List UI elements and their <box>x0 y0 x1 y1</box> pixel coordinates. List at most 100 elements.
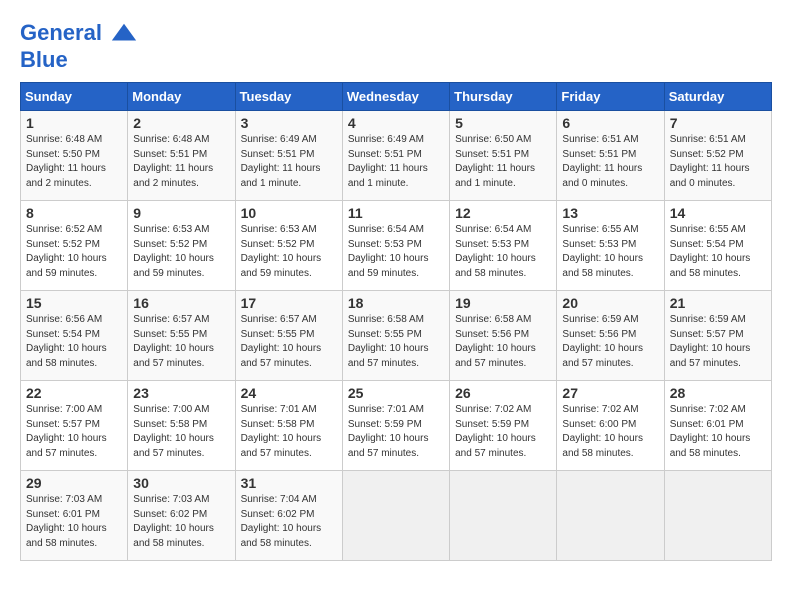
day-info: Sunrise: 6:56 AMSunset: 5:54 PMDaylight:… <box>26 313 122 371</box>
calendar-cell: 24Sunrise: 7:01 AMSunset: 5:58 PMDayligh… <box>235 381 342 471</box>
calendar-cell: 4 Sunrise: 6:49 AMSunset: 5:51 PMDaylight… <box>342 111 449 201</box>
day-number: 18 <box>348 295 444 311</box>
day-number: 23 <box>133 385 229 401</box>
calendar-week-row: 15 Sunrise: 6:56 AMSunset: 5:54 PMDayligh… <box>21 291 772 381</box>
day-info: Sunrise: 6:51 AMSunset: 5:52 PMDaylight:… <box>670 133 766 191</box>
day-number: 15 <box>26 295 122 311</box>
calendar-cell: 26 Sunrise: 7:02 AMSunset: 5:59 PMDayligh… <box>450 381 557 471</box>
day-number: 6 <box>562 115 658 131</box>
day-info: Sunrise: 7:02 AMSunset: 6:01 PMDaylight:… <box>670 403 766 461</box>
calendar-cell: 7 Sunrise: 6:51 AMSunset: 5:52 PMDaylight… <box>664 111 771 201</box>
day-number: 14 <box>670 205 766 221</box>
day-number: 20 <box>562 295 658 311</box>
day-number: 30 <box>133 475 229 491</box>
day-number: 4 <box>348 115 444 131</box>
day-info: Sunrise: 7:02 AMSunset: 6:00 PMDaylight:… <box>562 403 658 461</box>
calendar-cell: 30 Sunrise: 7:03 AMSunset: 6:02 PMDayligh… <box>128 471 235 561</box>
day-number: 17 <box>241 295 337 311</box>
calendar-cell <box>342 471 449 561</box>
logo-text: General <box>20 20 138 48</box>
calendar-cell: 18 Sunrise: 6:58 AMSunset: 5:55 PMDayligh… <box>342 291 449 381</box>
calendar-cell: 25Sunrise: 7:01 AMSunset: 5:59 PMDayligh… <box>342 381 449 471</box>
day-number: 9 <box>133 205 229 221</box>
calendar-cell: 13Sunrise: 6:55 AMSunset: 5:53 PMDayligh… <box>557 201 664 291</box>
day-info: Sunrise: 7:00 AMSunset: 5:57 PMDaylight:… <box>26 403 122 461</box>
day-number: 11 <box>348 205 444 221</box>
day-of-week-header: Tuesday <box>235 83 342 111</box>
day-info: Sunrise: 6:50 AMSunset: 5:51 PMDaylight:… <box>455 133 551 191</box>
day-number: 8 <box>26 205 122 221</box>
calendar-cell: 23 Sunrise: 7:00 AMSunset: 5:58 PMDayligh… <box>128 381 235 471</box>
day-number: 2 <box>133 115 229 131</box>
calendar-table: SundayMondayTuesdayWednesdayThursdayFrid… <box>20 82 772 561</box>
calendar-week-row: 1Sunrise: 6:48 AMSunset: 5:50 PMDaylight… <box>21 111 772 201</box>
day-number: 31 <box>241 475 337 491</box>
day-of-week-header: Thursday <box>450 83 557 111</box>
day-number: 7 <box>670 115 766 131</box>
day-info: Sunrise: 6:53 AMSunset: 5:52 PMDaylight:… <box>241 223 337 281</box>
day-info: Sunrise: 7:00 AMSunset: 5:58 PMDaylight:… <box>133 403 229 461</box>
day-of-week-header: Friday <box>557 83 664 111</box>
calendar-cell: 8 Sunrise: 6:52 AMSunset: 5:52 PMDaylight… <box>21 201 128 291</box>
day-info: Sunrise: 7:02 AMSunset: 5:59 PMDaylight:… <box>455 403 551 461</box>
calendar-body: 1Sunrise: 6:48 AMSunset: 5:50 PMDaylight… <box>21 111 772 561</box>
calendar-cell: 28 Sunrise: 7:02 AMSunset: 6:01 PMDayligh… <box>664 381 771 471</box>
day-number: 5 <box>455 115 551 131</box>
calendar-cell: 22 Sunrise: 7:00 AMSunset: 5:57 PMDayligh… <box>21 381 128 471</box>
day-info: Sunrise: 6:52 AMSunset: 5:52 PMDaylight:… <box>26 223 122 281</box>
calendar-cell: 21 Sunrise: 6:59 AMSunset: 5:57 PMDayligh… <box>664 291 771 381</box>
calendar-week-row: 29 Sunrise: 7:03 AMSunset: 6:01 PMDayligh… <box>21 471 772 561</box>
day-number: 3 <box>241 115 337 131</box>
day-info: Sunrise: 6:51 AMSunset: 5:51 PMDaylight:… <box>562 133 658 191</box>
day-of-week-header: Sunday <box>21 83 128 111</box>
day-info: Sunrise: 6:49 AMSunset: 5:51 PMDaylight:… <box>241 133 337 191</box>
day-number: 12 <box>455 205 551 221</box>
day-of-week-header: Monday <box>128 83 235 111</box>
calendar-header-row: SundayMondayTuesdayWednesdayThursdayFrid… <box>21 83 772 111</box>
calendar-cell: 14Sunrise: 6:55 AMSunset: 5:54 PMDayligh… <box>664 201 771 291</box>
calendar-cell: 27 Sunrise: 7:02 AMSunset: 6:00 PMDayligh… <box>557 381 664 471</box>
calendar-cell: 15 Sunrise: 6:56 AMSunset: 5:54 PMDayligh… <box>21 291 128 381</box>
day-info: Sunrise: 6:49 AMSunset: 5:51 PMDaylight:… <box>348 133 444 191</box>
day-info: Sunrise: 6:48 AMSunset: 5:51 PMDaylight:… <box>133 133 229 191</box>
day-info: Sunrise: 6:58 AMSunset: 5:55 PMDaylight:… <box>348 313 444 371</box>
day-info: Sunrise: 6:54 AMSunset: 5:53 PMDaylight:… <box>348 223 444 281</box>
calendar-cell <box>557 471 664 561</box>
day-number: 16 <box>133 295 229 311</box>
day-info: Sunrise: 6:57 AMSunset: 5:55 PMDaylight:… <box>241 313 337 371</box>
calendar-cell: 19Sunrise: 6:58 AMSunset: 5:56 PMDayligh… <box>450 291 557 381</box>
calendar-cell: 9 Sunrise: 6:53 AMSunset: 5:52 PMDaylight… <box>128 201 235 291</box>
day-info: Sunrise: 6:53 AMSunset: 5:52 PMDaylight:… <box>133 223 229 281</box>
day-number: 28 <box>670 385 766 401</box>
day-of-week-header: Saturday <box>664 83 771 111</box>
day-number: 29 <box>26 475 122 491</box>
day-number: 21 <box>670 295 766 311</box>
day-number: 1 <box>26 115 122 131</box>
day-number: 24 <box>241 385 337 401</box>
day-of-week-header: Wednesday <box>342 83 449 111</box>
day-info: Sunrise: 6:59 AMSunset: 5:56 PMDaylight:… <box>562 313 658 371</box>
calendar-cell: 6 Sunrise: 6:51 AMSunset: 5:51 PMDaylight… <box>557 111 664 201</box>
calendar-week-row: 22 Sunrise: 7:00 AMSunset: 5:57 PMDayligh… <box>21 381 772 471</box>
calendar-cell: 10 Sunrise: 6:53 AMSunset: 5:52 PMDayligh… <box>235 201 342 291</box>
day-number: 27 <box>562 385 658 401</box>
calendar-cell: 11 Sunrise: 6:54 AMSunset: 5:53 PMDayligh… <box>342 201 449 291</box>
day-number: 22 <box>26 385 122 401</box>
day-number: 25 <box>348 385 444 401</box>
calendar-cell: 29 Sunrise: 7:03 AMSunset: 6:01 PMDayligh… <box>21 471 128 561</box>
day-info: Sunrise: 6:59 AMSunset: 5:57 PMDaylight:… <box>670 313 766 371</box>
day-info: Sunrise: 7:03 AMSunset: 6:01 PMDaylight:… <box>26 493 122 551</box>
day-number: 26 <box>455 385 551 401</box>
calendar-cell: 2 Sunrise: 6:48 AMSunset: 5:51 PMDaylight… <box>128 111 235 201</box>
day-info: Sunrise: 7:03 AMSunset: 6:02 PMDaylight:… <box>133 493 229 551</box>
calendar-week-row: 8 Sunrise: 6:52 AMSunset: 5:52 PMDaylight… <box>21 201 772 291</box>
calendar-cell: 31 Sunrise: 7:04 AMSunset: 6:02 PMDayligh… <box>235 471 342 561</box>
day-info: Sunrise: 7:04 AMSunset: 6:02 PMDaylight:… <box>241 493 337 551</box>
day-number: 13 <box>562 205 658 221</box>
calendar-cell: 1Sunrise: 6:48 AMSunset: 5:50 PMDaylight… <box>21 111 128 201</box>
day-number: 10 <box>241 205 337 221</box>
calendar-cell: 5 Sunrise: 6:50 AMSunset: 5:51 PMDaylight… <box>450 111 557 201</box>
logo-text-blue: Blue <box>20 48 138 72</box>
day-info: Sunrise: 6:54 AMSunset: 5:53 PMDaylight:… <box>455 223 551 281</box>
logo: General Blue <box>20 20 138 72</box>
